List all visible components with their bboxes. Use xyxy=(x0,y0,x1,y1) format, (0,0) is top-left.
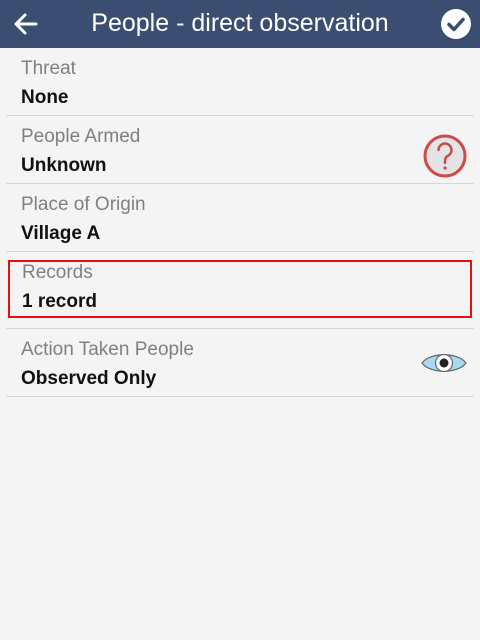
eye-icon[interactable] xyxy=(420,349,468,377)
field-action-taken-people[interactable]: Action Taken People Observed Only xyxy=(6,329,474,397)
field-place-of-origin[interactable]: Place of Origin Village A xyxy=(6,184,474,252)
field-value: None xyxy=(21,87,69,108)
field-value: Village A xyxy=(21,223,101,244)
back-arrow-icon[interactable] xyxy=(10,8,42,40)
field-label: People Armed xyxy=(21,126,141,147)
field-records[interactable]: Records 1 record xyxy=(8,260,472,318)
field-label: Threat xyxy=(21,58,76,79)
field-people-armed[interactable]: People Armed Unknown xyxy=(6,116,474,184)
field-value: 1 record xyxy=(22,291,97,312)
page-title: People - direct observation xyxy=(91,9,389,37)
field-label: Records xyxy=(22,262,93,283)
field-label: Place of Origin xyxy=(21,194,146,215)
app-header: People - direct observation xyxy=(0,0,480,48)
field-threat[interactable]: Threat None xyxy=(6,48,474,116)
field-label: Action Taken People xyxy=(21,339,194,360)
question-icon[interactable] xyxy=(422,133,468,179)
field-list: Threat None People Armed Unknown Place o… xyxy=(0,48,480,397)
field-value: Unknown xyxy=(21,155,107,176)
confirm-check-icon[interactable] xyxy=(440,8,472,40)
field-value: Observed Only xyxy=(21,368,157,389)
